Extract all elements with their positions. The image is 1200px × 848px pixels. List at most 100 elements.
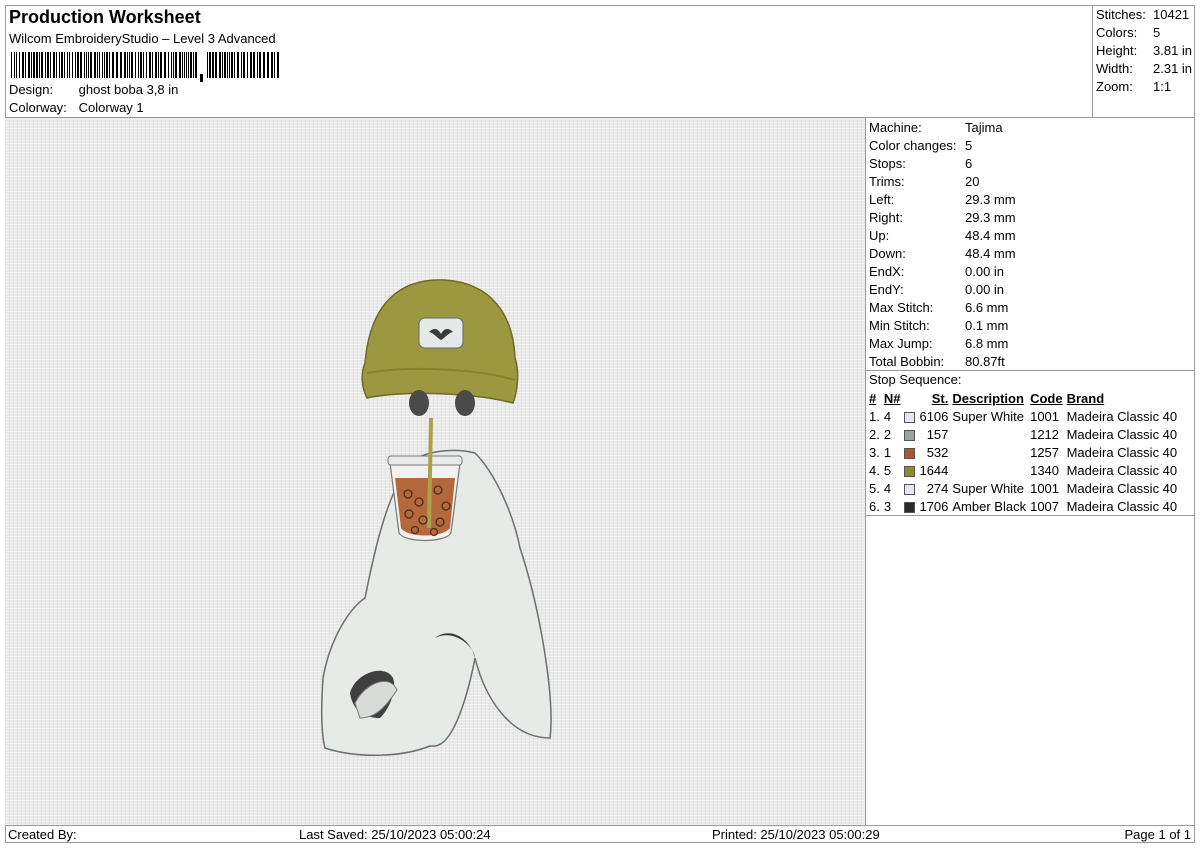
stat-label: Height: — [1096, 43, 1138, 58]
stat-label: Width: — [1096, 61, 1133, 76]
info-endy: EndY: 0.00 in — [869, 282, 1004, 300]
stat-label: Stitches: — [1096, 7, 1146, 22]
table-row: 3. 1 532 1257 Madeira Classic 40 — [867, 443, 1179, 461]
printed-date: Printed: 25/10/2023 05:00:29 — [712, 827, 880, 842]
info-machine: Machine: Tajima — [869, 120, 1003, 138]
stat-stitches: Stitches: 10421 — [1096, 7, 1189, 22]
row-code: 1212 — [1030, 426, 1060, 442]
info-label: Machine: — [869, 120, 922, 135]
barcode — [11, 52, 279, 82]
info-left: Left: 29.3 mm — [869, 192, 1016, 210]
table-row: 2. 2 157 1212 Madeira Classic 40 — [867, 425, 1179, 443]
info-value: 80.87ft — [965, 354, 1005, 369]
color-swatch — [904, 447, 916, 459]
info-label: EndX: — [869, 264, 905, 279]
col-needle: N# — [883, 390, 901, 406]
row-brand: Madeira Classic 40 — [1066, 426, 1178, 442]
stat-value: 10421 — [1153, 7, 1190, 22]
row-code: 1001 — [1030, 480, 1060, 496]
row-needle: 1 — [883, 444, 892, 460]
row-description: Super White — [952, 480, 1024, 496]
row-stitches: 274 — [926, 480, 949, 496]
row-description — [950, 443, 1028, 461]
info-value: 29.3 mm — [965, 210, 1016, 225]
worksheet-header: Production Worksheet Wilcom EmbroiderySt… — [5, 5, 1092, 118]
info-endx: EndX: 0.00 in — [869, 264, 1004, 282]
info-value: 6.8 mm — [965, 336, 1009, 351]
stat-zoom: Zoom: 1:1 — [1096, 79, 1171, 94]
stat-value: 1:1 — [1153, 79, 1172, 94]
info-value: 0.00 in — [965, 264, 1005, 279]
row-description — [950, 425, 1028, 443]
table-row: 5. 4 274 Super White 1001 Madeira Classic 40 — [867, 479, 1179, 497]
design-stats: Stitches: 10421 Colors: 5 Height: 3.81 in W… — [1092, 5, 1195, 118]
col-brand: Brand — [1066, 390, 1105, 406]
table-row: 1. 4 6106 Super White 1001 Madeira Classic 40 — [867, 407, 1179, 425]
page-title: Production Worksheet — [9, 7, 201, 27]
info-max-stitch: Max Stitch: 6.6 mm — [869, 300, 1008, 318]
col-description: Description — [952, 390, 1024, 406]
stat-height: Height: 3.81 in — [1096, 43, 1192, 58]
stat-value: 3.81 in — [1153, 43, 1193, 58]
row-needle: 4 — [883, 480, 892, 496]
table-row: 6. 3 1706 Amber Black 1007 Madeira Classic 40 — [867, 497, 1179, 515]
info-max-jump: Max Jump: 6.8 mm — [869, 336, 1008, 354]
row-description: Amber Black — [952, 498, 1027, 514]
info-label: Max Jump: — [869, 336, 933, 351]
ghost-right-eye — [455, 390, 475, 416]
row-needle: 2 — [883, 426, 892, 442]
info-label: Down: — [869, 246, 906, 261]
col-code: Code — [1030, 390, 1063, 406]
info-label: Right: — [869, 210, 903, 225]
colorway-row: Colorway: Colorway 1 — [9, 100, 144, 115]
stat-value: 5 — [1153, 25, 1161, 40]
row-needle: 4 — [883, 408, 892, 424]
boba-straw — [427, 417, 433, 529]
row-stitches: 1644 — [919, 462, 949, 478]
ghost-left-eye — [409, 390, 429, 416]
row-index: 4. — [869, 462, 880, 478]
row-swatch — [902, 407, 917, 425]
color-swatch — [904, 429, 916, 441]
color-swatch — [904, 411, 916, 423]
info-stops: Stops: 6 — [869, 156, 972, 174]
stop-sequence-title: Stop Sequence: — [869, 372, 962, 387]
row-brand: Madeira Classic 40 — [1066, 480, 1178, 496]
info-value: 0.1 mm — [965, 318, 1009, 333]
row-stitches: 157 — [926, 426, 949, 442]
colorway-value: Colorway 1 — [78, 100, 144, 115]
stat-label: Colors: — [1096, 25, 1138, 40]
page-number: Page 1 of 1 — [1124, 827, 1192, 842]
design-label: Design: — [9, 82, 54, 97]
stat-colors: Colors: 5 — [1096, 25, 1160, 40]
created-by: Created By: — [8, 827, 77, 842]
info-label: Left: — [869, 192, 895, 207]
info-value: 48.4 mm — [965, 246, 1016, 261]
row-swatch — [902, 479, 917, 497]
worksheet-footer: Created By: Last Saved: 25/10/2023 05:00… — [5, 825, 1195, 843]
info-min-stitch: Min Stitch: 0.1 mm — [869, 318, 1008, 336]
info-value: 20 — [965, 174, 980, 189]
design-row: Design: ghost boba 3,8 in — [9, 82, 178, 97]
boba-tea — [395, 478, 455, 536]
row-swatch — [902, 425, 917, 443]
info-label: Min Stitch: — [869, 318, 930, 333]
row-description: Super White — [952, 408, 1024, 424]
info-label: EndY: — [869, 282, 904, 297]
row-brand: Madeira Classic 40 — [1066, 444, 1178, 460]
row-swatch — [902, 443, 917, 461]
row-index: 2. — [869, 426, 880, 442]
row-index: 1. — [869, 408, 880, 424]
row-brand: Madeira Classic 40 — [1066, 498, 1178, 514]
color-swatch — [904, 501, 916, 513]
hat-patch — [418, 317, 464, 349]
row-brand: Madeira Classic 40 — [1066, 462, 1178, 478]
last-saved: Last Saved: 25/10/2023 05:00:24 — [299, 827, 491, 842]
info-value: 5 — [965, 138, 973, 153]
col-swatch — [902, 389, 917, 407]
info-label: Max Stitch: — [869, 300, 934, 315]
info-label: Trims: — [869, 174, 905, 189]
info-label: Stops: — [869, 156, 906, 171]
info-up: Up: 48.4 mm — [869, 228, 1016, 246]
design-value: ghost boba 3,8 in — [78, 82, 179, 97]
